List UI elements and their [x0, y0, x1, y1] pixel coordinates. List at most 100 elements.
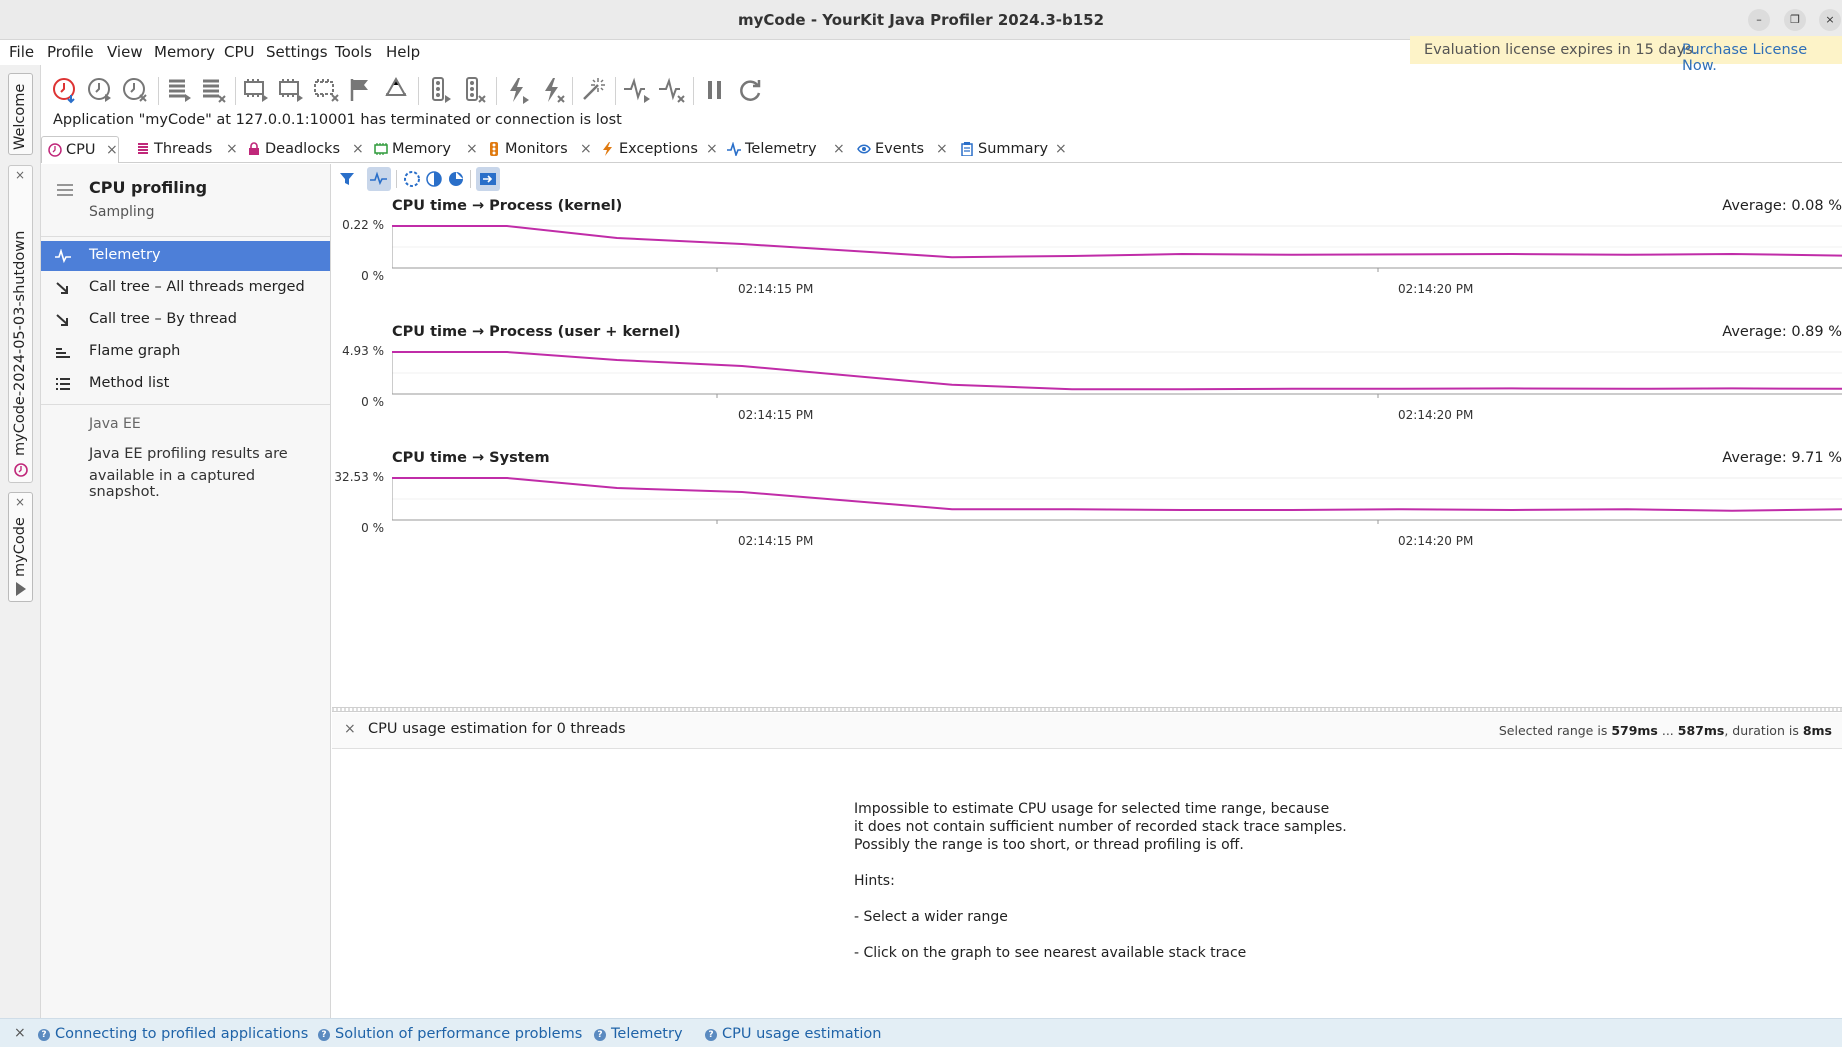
eye-icon [857, 144, 871, 154]
hint-line: - Click on the graph to see nearest avai… [854, 945, 1247, 961]
close-tab-icon[interactable]: × [106, 142, 118, 158]
refresh-icon[interactable] [735, 75, 765, 105]
tab-threads-label: Threads [154, 141, 213, 157]
menu-view[interactable]: View [107, 43, 143, 61]
start-allocation-recording-icon[interactable] [276, 75, 306, 105]
tab-memory[interactable]: Memory × [368, 136, 480, 163]
close-session-icon[interactable]: × [15, 495, 25, 509]
pause-icon[interactable] [700, 75, 730, 105]
toggle-graph-button[interactable] [367, 167, 391, 191]
stop-allocation-recording-icon[interactable] [311, 75, 341, 105]
menu-memory[interactable]: Memory [154, 43, 215, 61]
close-tab-icon[interactable]: × [466, 141, 478, 157]
menu-help[interactable]: Help [386, 43, 420, 61]
maximize-button[interactable]: ❐ [1784, 9, 1806, 31]
minimize-button[interactable]: – [1748, 9, 1770, 31]
nav-item-flame-graph[interactable]: Flame graph [41, 337, 330, 367]
start-exception-telemetry-icon[interactable] [502, 75, 532, 105]
help-link-cpu-estimation[interactable]: ? CPU usage estimation [705, 1026, 881, 1042]
close-tab-icon[interactable]: × [226, 141, 238, 157]
stop-telemetry-icon[interactable] [657, 75, 687, 105]
force-gc-icon[interactable] [381, 75, 411, 105]
stop-monitor-profiling-icon[interactable] [459, 75, 489, 105]
close-tab-icon[interactable]: × [352, 141, 364, 157]
cpu-system-graph[interactable] [392, 476, 1842, 536]
zoom-fit-icon[interactable] [446, 169, 466, 189]
menu-settings[interactable]: Settings [266, 43, 328, 61]
close-tab-icon[interactable]: × [1055, 141, 1067, 157]
cpu-kernel-graph[interactable] [392, 224, 1842, 284]
list-icon [56, 378, 70, 390]
cpu-clock-icon [48, 143, 62, 157]
close-tab-icon[interactable]: × [580, 141, 592, 157]
tab-threads[interactable]: Threads × [130, 136, 240, 163]
cpu-user-kernel-graph[interactable] [392, 350, 1842, 410]
chart-title-system: CPU time → System [392, 450, 550, 466]
help-link-connecting[interactable]: ? Connecting to profiled applications [38, 1026, 308, 1042]
close-snapshot-icon[interactable]: × [15, 168, 25, 182]
close-tab-icon[interactable]: × [706, 141, 718, 157]
y-axis-min-label: 0 % [361, 521, 384, 535]
close-tab-icon[interactable]: × [833, 141, 845, 157]
stop-exception-telemetry-icon[interactable] [537, 75, 567, 105]
stop-cpu-profiling-icon[interactable] [121, 75, 151, 105]
welcome-tab-label: Welcome [12, 83, 28, 150]
zoom-out-icon[interactable] [424, 169, 444, 189]
tab-events[interactable]: Events × [851, 136, 950, 163]
close-tab-icon[interactable]: × [936, 141, 948, 157]
filter-icon[interactable] [337, 169, 357, 189]
menu-tools[interactable]: Tools [335, 43, 372, 61]
help-icon: ? [318, 1029, 330, 1041]
thread-dump-icon[interactable] [165, 75, 195, 105]
menu-cpu[interactable]: CPU [224, 43, 255, 61]
start-cpu-profiling-icon[interactable] [51, 75, 81, 105]
license-text: Evaluation license expires in 15 days. [1424, 42, 1698, 58]
snapshot-tab[interactable]: × myCode-2024-05-03-shutdown [8, 165, 33, 483]
session-tab[interactable]: × myCode [8, 492, 33, 602]
hints-heading: Hints: [854, 873, 895, 889]
splitter-handle[interactable] [332, 707, 1842, 712]
nav-item-call-tree-by-thread[interactable]: Call tree – By thread [41, 305, 330, 335]
start-telemetry-icon[interactable] [622, 75, 652, 105]
nav-item-method-list[interactable]: Method list [41, 369, 330, 399]
zoom-in-icon[interactable] [402, 169, 422, 189]
tab-monitors[interactable]: Monitors × [481, 136, 594, 163]
menu-file[interactable]: File [9, 43, 34, 61]
help-link-performance[interactable]: ? Solution of performance problems [318, 1026, 582, 1042]
memory-chip-icon [374, 143, 388, 155]
y-axis-max-label: 0.22 % [342, 218, 384, 232]
tab-telemetry[interactable]: Telemetry × [721, 136, 847, 163]
series-line [392, 351, 1842, 391]
tab-deadlocks[interactable]: Deadlocks × [241, 136, 366, 163]
divider [41, 236, 330, 237]
nav-item-telemetry[interactable]: Telemetry [41, 241, 330, 271]
message-line: it does not contain sufficient number of… [854, 819, 1347, 835]
close-hints-icon[interactable]: × [14, 1025, 26, 1041]
lock-icon [249, 142, 259, 155]
y-axis-min-label: 0 % [361, 395, 384, 409]
tab-memory-label: Memory [392, 141, 451, 157]
help-link-telemetry[interactable]: ? Telemetry [594, 1026, 683, 1042]
start-tracing-icon[interactable] [86, 75, 116, 105]
scroll-to-end-button[interactable] [476, 167, 500, 191]
tab-cpu[interactable]: CPU × [41, 136, 119, 163]
help-icon: ? [705, 1029, 717, 1041]
title-bar: myCode - YourKit Java Profiler 2024.3-b1… [0, 0, 1842, 40]
arrow-down-right-icon [56, 282, 68, 294]
stop-thread-telemetry-icon[interactable] [199, 75, 229, 105]
hamburger-menu-icon[interactable] [57, 184, 73, 196]
pulse-icon [727, 142, 741, 156]
close-window-button[interactable]: × [1819, 9, 1841, 31]
menu-profile[interactable]: Profile [47, 43, 94, 61]
tab-summary[interactable]: Summary × [954, 136, 1069, 163]
close-estimation-icon[interactable]: × [344, 721, 356, 737]
magic-wand-icon[interactable] [578, 75, 608, 105]
start-monitor-profiling-icon[interactable] [425, 75, 455, 105]
tab-exceptions[interactable]: Exceptions × [595, 136, 720, 163]
traffic-light-icon [490, 142, 498, 156]
nav-item-call-tree-merged[interactable]: Call tree – All threads merged [41, 273, 330, 303]
flag-icon[interactable] [346, 75, 376, 105]
welcome-tab[interactable]: Welcome [8, 73, 33, 155]
memory-snapshot-icon[interactable] [241, 75, 271, 105]
help-icon: ? [594, 1029, 606, 1041]
